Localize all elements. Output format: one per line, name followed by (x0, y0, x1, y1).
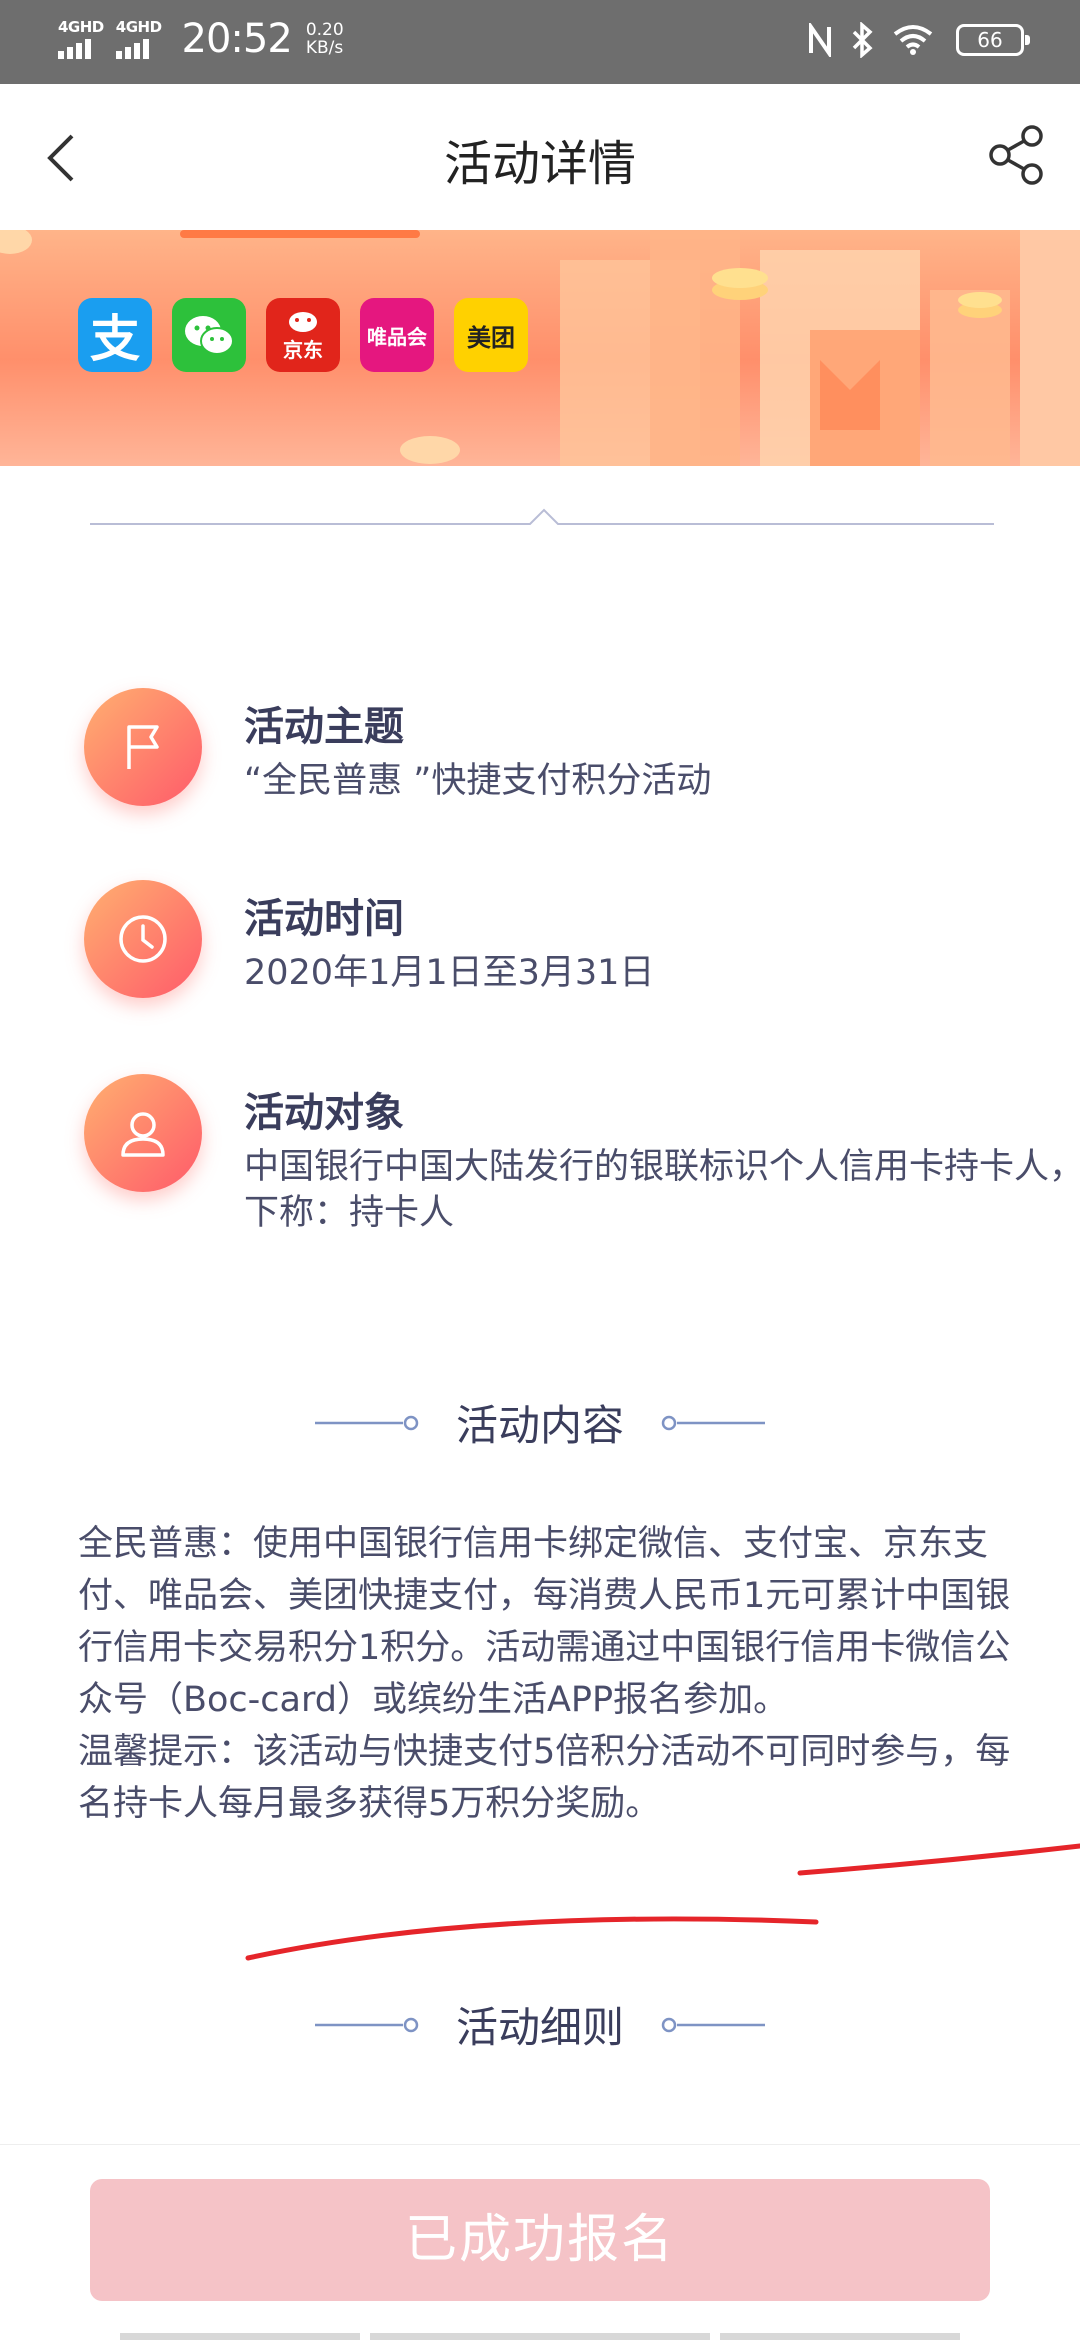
signal-bars-icon (58, 37, 94, 59)
notched-divider (90, 508, 994, 525)
alipay-glyph: 支 (90, 310, 140, 368)
signal-sim1: 4GHD (58, 19, 104, 59)
bluetooth-icon (852, 22, 873, 58)
wechat-icon (185, 316, 234, 355)
wifi-icon (893, 25, 933, 55)
page-title: 活动详情 (443, 136, 636, 192)
status-time: 20:52 (181, 16, 293, 62)
activity-content: 全民普惠：使用中国银行信用卡绑定微信、支付宝、京东支付、唯品会、美团快捷支付，每… (78, 1518, 1028, 1830)
user-icon (121, 1112, 165, 1157)
bottom-gesture-bar (120, 2333, 960, 2340)
network-speed: 0.20 KB/s (306, 21, 344, 57)
clock-icon (119, 915, 167, 963)
theme-icon-badge (84, 688, 202, 806)
title-left-ornament-icon (314, 1415, 419, 1430)
signup-status-button[interactable]: 已成功报名 (90, 2179, 990, 2301)
title-left-ornament-icon (314, 2017, 419, 2032)
jd-logo-text: 京东 (283, 337, 323, 362)
jd-dog-icon (289, 311, 317, 332)
vip-logo-text: 唯品会 (367, 324, 427, 349)
flag-icon (127, 725, 159, 769)
wechat-logo (172, 298, 246, 372)
signal-bars-icon (115, 37, 152, 59)
jd-logo: 京东 (266, 298, 340, 372)
signal-label-2: 4GHD (115, 18, 162, 36)
share-icon (989, 125, 1043, 185)
battery-icon: 66 (956, 24, 1030, 56)
network-speed-value: 0.20 (305, 20, 344, 40)
target-icon-badge (84, 1074, 202, 1192)
alipay-logo: 支 (78, 298, 152, 372)
title-right-ornament-icon (661, 1415, 766, 1430)
promo-banner: 支 京东 唯品会 美团 (0, 230, 1080, 466)
section-content-title-text: 活动内容 (455, 1401, 624, 1450)
target-value: 中国银行中国大陆发行的银联标识个人信用卡持卡人，下称：持卡人 (244, 1147, 1080, 1233)
nav-header: 活动详情 (0, 84, 1080, 230)
signal-sim2: 4GHD (115, 18, 162, 59)
battery-level: 66 (977, 28, 1003, 52)
payment-app-logos: 支 京东 唯品会 美团 (78, 298, 548, 372)
status-bar: 4GHD 4GHD 20:52 0.20 KB/s 66 (0, 0, 1080, 84)
bottom-action-bar: 已成功报名 (0, 2144, 1080, 2340)
theme-value: “全民普惠 ”快捷支付积分活动 (244, 761, 712, 801)
time-value: 2020年1月1日至3月31日 (244, 953, 655, 993)
vip-logo: 唯品会 (360, 298, 434, 372)
target-label: 活动对象 (244, 1090, 404, 1136)
section-content-title: 活动内容 (0, 1392, 1080, 1453)
time-icon-badge (84, 880, 202, 998)
theme-label: 活动主题 (244, 704, 404, 750)
title-right-ornament-icon (661, 2017, 766, 2032)
signal-label-1: 4GHD (58, 18, 104, 36)
share-button[interactable] (984, 122, 1050, 188)
section-rules-title[interactable]: 活动细则 (0, 1994, 1080, 2055)
nfc-icon (809, 23, 831, 57)
time-label: 活动时间 (244, 896, 404, 942)
meituan-logo-text: 美团 (467, 323, 515, 352)
content-tip: 温馨提示：该活动与快捷支付5倍积分活动不可同时参与，每名持卡人每月最多获得5万积… (78, 1732, 1011, 1824)
network-speed-unit: KB/s (305, 38, 344, 58)
section-rules-title-text: 活动细则 (455, 2003, 624, 2052)
content-paragraph: 全民普惠：使用中国银行信用卡绑定微信、支付宝、京东支付、唯品会、美团快捷支付，每… (78, 1524, 1011, 1720)
meituan-logo: 美团 (454, 298, 528, 372)
